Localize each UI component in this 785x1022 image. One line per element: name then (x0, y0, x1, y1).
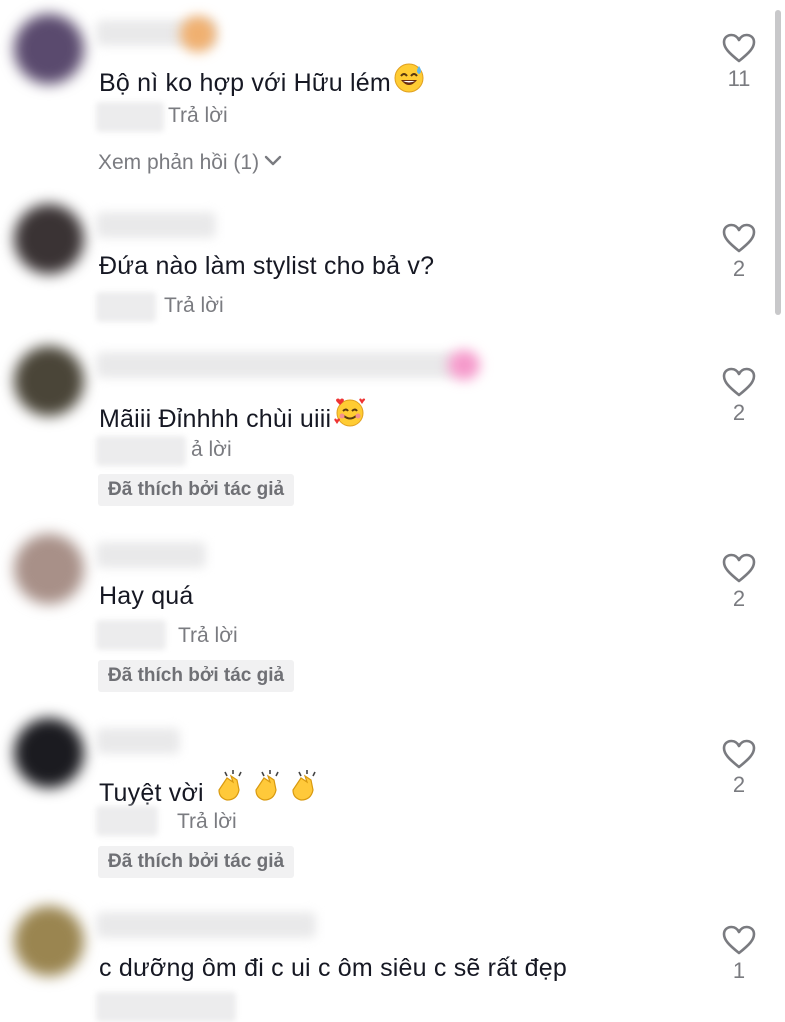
liked-by-author-badge: Đã thích bởi tác giả (98, 846, 295, 878)
like-button[interactable]: 2 (719, 738, 759, 798)
heart-outline-icon (722, 223, 756, 253)
date-blurred (96, 292, 156, 322)
like-count: 1 (732, 958, 746, 983)
like-button[interactable]: 2 (719, 366, 759, 426)
reply-button[interactable]: Trả lời (164, 294, 224, 318)
like-button[interactable]: 2 (719, 222, 759, 282)
view-replies-button[interactable]: Xem phản hồi (1) (98, 150, 283, 175)
reply-button[interactable]: Trả lời (168, 104, 228, 128)
like-button[interactable]: 11 (719, 32, 759, 92)
username-blurred[interactable] (96, 212, 216, 238)
avatar[interactable] (14, 718, 84, 788)
heart-outline-icon (722, 739, 756, 769)
sweat-smile-emoji (393, 62, 425, 101)
chevron-down-icon (263, 150, 283, 174)
like-count: 2 (732, 586, 746, 611)
comment-text: Bộ nì ko hợp với Hữu lém (99, 62, 425, 101)
view-replies-label: Xem phản hồi (1) (98, 151, 260, 174)
avatar[interactable] (14, 14, 84, 84)
date-blurred (96, 992, 236, 1022)
username-blurred[interactable] (96, 728, 180, 754)
date-blurred (96, 620, 166, 650)
liked-by-author-badge: Đã thích bởi tác giả (98, 474, 295, 506)
like-count: 2 (732, 256, 746, 281)
heart-outline-icon (722, 553, 756, 583)
like-button[interactable]: 2 (719, 552, 759, 612)
reply-button[interactable]: Trả lời (178, 624, 238, 648)
comment-text: Đứa nào làm stylist cho bả v? (99, 252, 435, 280)
comment-text: Hay quá (99, 582, 194, 610)
avatar[interactable] (14, 534, 84, 604)
comment-text: Mãiii Đỉnhhh chùi uiii (99, 396, 367, 437)
liked-by-author-badge: Đã thích bởi tác giả (98, 660, 295, 692)
like-button[interactable]: 1 (719, 924, 759, 984)
like-count: 2 (732, 772, 746, 797)
username-emoji-blurred (448, 350, 480, 380)
heart-outline-icon (722, 33, 756, 63)
heart-outline-icon (722, 367, 756, 397)
username-blurred[interactable] (96, 912, 316, 938)
username-blurred[interactable] (96, 542, 206, 568)
date-blurred (96, 102, 164, 132)
scrollbar-thumb[interactable] (775, 10, 781, 315)
date-blurred (96, 806, 158, 836)
reply-button[interactable]: ả lời (191, 438, 232, 462)
username-emoji-blurred (180, 16, 216, 52)
username-blurred[interactable] (96, 352, 456, 378)
date-blurred (96, 436, 186, 466)
like-count: 11 (727, 66, 751, 91)
comment-text: Tuyệt vời (99, 768, 325, 811)
comment-text: c dưỡng ôm đi c ui c ôm siêu c sẽ rất đẹ… (99, 954, 567, 982)
heart-outline-icon (722, 925, 756, 955)
avatar[interactable] (14, 346, 84, 416)
reply-button[interactable]: Trả lời (177, 810, 237, 834)
clapping-hands-emoji (213, 768, 325, 811)
avatar[interactable] (14, 204, 84, 274)
smiling-hearts-emoji (333, 396, 367, 437)
avatar[interactable] (14, 906, 84, 976)
like-count: 2 (732, 400, 746, 425)
